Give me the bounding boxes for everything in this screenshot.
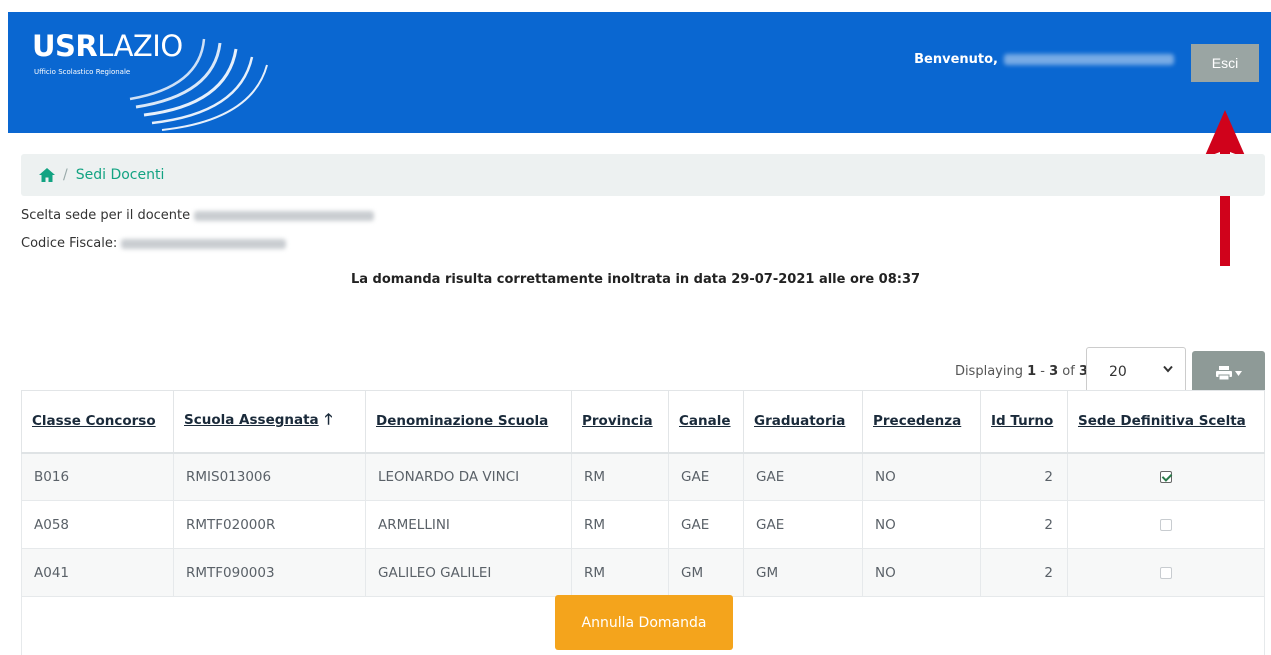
cell-turno: 2 [980,500,1068,549]
cell-scuola: RMTF02000R [173,500,366,549]
cell-scelta [1067,452,1265,501]
cell-classe: A058 [21,500,174,549]
cell-denominazione: ARMELLINI [365,500,572,549]
printer-icon [1215,366,1232,380]
cell-scelta [1067,500,1265,549]
pager-from: 1 [1027,364,1037,379]
page-size-select[interactable]: 20 [1086,347,1186,396]
codice-fiscale-redacted [121,238,287,249]
breadcrumb-current[interactable]: Sedi Docenti [76,167,165,183]
cell-canale: GAE [668,500,744,549]
col-header-scuola-assegnata[interactable]: Scuola Assegnata 🡑 [173,390,366,454]
cell-denominazione: LEONARDO DA VINCI [365,452,572,501]
arrow-up-icon: 🡑 [324,409,333,428]
pager-of: of [1058,364,1079,379]
cell-provincia: RM [571,452,669,501]
col-header-canale[interactable]: Canale [668,390,744,454]
cell-provincia: RM [571,500,669,549]
col-header-denominazione-scuola[interactable]: Denominazione Scuola [365,390,572,454]
logo-arcs-icon [129,38,268,131]
col-header-graduatoria[interactable]: Graduatoria [743,390,863,454]
cell-graduatoria: GAE [743,500,863,549]
chevron-down-icon [1163,363,1173,376]
breadcrumb: / Sedi Docenti [21,154,1265,196]
cell-classe: B016 [21,452,174,501]
cell-precedenza: NO [862,452,981,501]
sede-scelta-checkbox[interactable] [1160,566,1172,579]
col-header-provincia[interactable]: Provincia [571,390,669,454]
breadcrumb-separator: / [63,167,68,183]
sedi-table: Classe Concorso Scuola Assegnata 🡑 Denomi… [21,390,1265,597]
pager-prefix: Displaying [954,364,1028,379]
pager-to: 3 [1049,364,1059,379]
pagination-summary: Displaying 1 - 3 of 3 [955,364,1088,379]
codice-fiscale-info: Codice Fiscale: [21,236,287,251]
page-size-value: 20 [1109,363,1127,380]
cell-precedenza: NO [862,500,981,549]
col-header-sede-definitiva-scelta[interactable]: Sede Definitiva Scelta [1067,390,1265,454]
cell-scuola: RMIS013006 [173,452,366,501]
sede-scelta-checkbox[interactable] [1160,470,1172,483]
print-button[interactable] [1192,351,1265,395]
col-header-classe-concorso[interactable]: Classe Concorso [21,390,174,454]
cell-graduatoria: GAE [743,452,863,501]
docente-name-redacted [194,210,375,221]
col-header-id-turno[interactable]: Id Turno [980,390,1068,454]
docente-label: Scelta sede per il docente [21,208,191,223]
logo-bold-text: USR [32,29,98,63]
table-row: B016 RMIS013006 LEONARDO DA VINCI RM GAE… [21,452,1265,501]
pager-dash: - [1036,364,1050,379]
submission-notice: La domanda risulta correttamente inoltra… [350,272,921,287]
welcome-message: Benvenuto, [914,52,1174,67]
col-header-scuola-assegnata-label: Scuola Assegnata [184,411,319,428]
col-header-precedenza[interactable]: Precedenza [862,390,981,454]
logo-subtitle: Ufficio Scolastico Regionale [34,68,131,76]
cell-canale: GAE [668,452,744,501]
docente-info: Scelta sede per il docente [21,208,375,223]
table-header-row: Classe Concorso Scuola Assegnata 🡑 Denomi… [21,390,1265,454]
annulla-domanda-button[interactable]: Annulla Domanda [555,595,733,650]
logout-button[interactable]: Esci [1191,44,1259,82]
table-row: A058 RMTF02000R ARMELLINI RM GAE GAE NO … [21,500,1265,549]
home-icon[interactable] [39,168,55,182]
welcome-label: Benvenuto, [914,52,998,67]
cell-turno: 2 [980,452,1068,501]
top-header-bar: USRLAZIO Ufficio Scolastico Regionale Be… [8,12,1271,133]
caret-down-icon [1234,370,1242,376]
sede-scelta-checkbox[interactable] [1160,518,1172,531]
user-name-redacted [1004,54,1174,65]
codice-fiscale-label: Codice Fiscale: [21,236,118,251]
usr-lazio-logo[interactable]: USRLAZIO Ufficio Scolastico Regionale [32,23,282,133]
